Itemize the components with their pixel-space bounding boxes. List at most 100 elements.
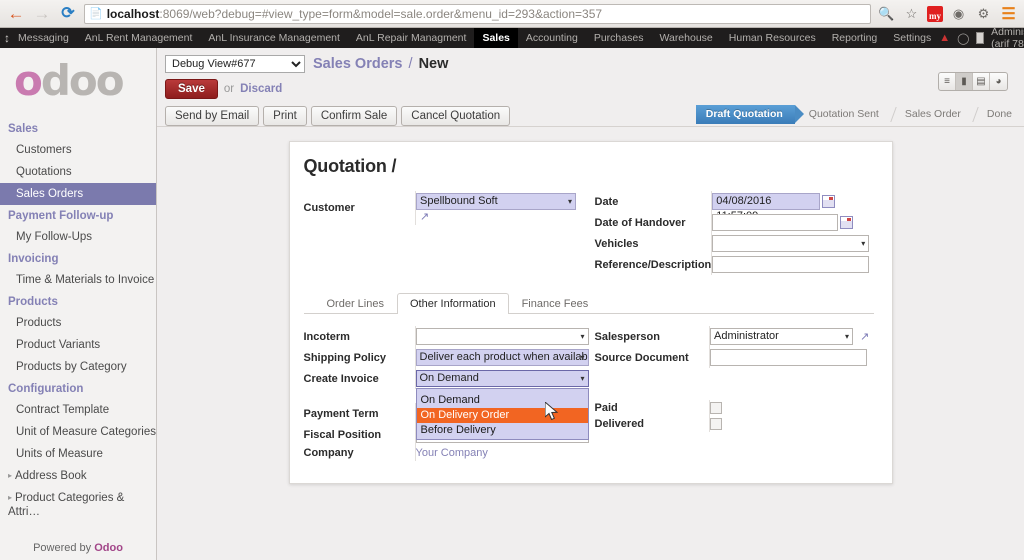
- field-row-vehicles: Vehicles: [595, 233, 874, 254]
- field-row-incoterm: Incoterm: [304, 326, 589, 347]
- plug-icon[interactable]: ⚙: [974, 4, 993, 23]
- sidebar-item-sales-orders[interactable]: Sales Orders: [0, 183, 156, 205]
- vehicles-select[interactable]: [712, 235, 869, 252]
- salesperson-external-link-icon[interactable]: ↗: [860, 331, 869, 343]
- action-button-print[interactable]: Print: [263, 106, 307, 126]
- delivered-checkbox[interactable]: [710, 418, 722, 430]
- graph-view-icon[interactable]: ◕: [990, 73, 1007, 90]
- browser-url-bar[interactable]: 📄 localhost:8069/web?debug=#view_type=fo…: [84, 4, 871, 24]
- action-button-send-by-email[interactable]: Send by Email: [165, 106, 259, 126]
- form-tabs: Order LinesOther InformationFinance Fees: [304, 293, 874, 314]
- top-menu-item-sales[interactable]: Sales: [474, 28, 517, 48]
- discard-button[interactable]: Discard: [240, 83, 282, 95]
- hamburger-menu-icon[interactable]: ☰: [999, 4, 1018, 23]
- form-sheet: Quotation / Customer Spellbound Soft ↗: [289, 141, 893, 484]
- sidebar-section-configuration: Configuration: [0, 378, 156, 399]
- company-label: Company: [304, 445, 416, 461]
- breadcrumb-parent-link[interactable]: Sales Orders: [313, 56, 402, 72]
- my-extension-icon[interactable]: my: [927, 6, 943, 22]
- top-menu-item-anl-insurance-management[interactable]: AnL Insurance Management: [200, 28, 348, 48]
- url-path: :8069/web?debug=#view_type=form&model=sa…: [159, 7, 602, 21]
- warning-triangle-icon[interactable]: ▲: [939, 32, 950, 44]
- sidebar-item-product-categories-attri[interactable]: Product Categories & Attri…: [0, 487, 156, 523]
- date-calendar-icon[interactable]: [822, 195, 835, 208]
- form-view-icon[interactable]: ▮: [956, 73, 973, 90]
- create-invoice-option-on-delivery-order[interactable]: On Delivery Order: [417, 408, 588, 423]
- sidebar-item-customers[interactable]: Customers: [0, 139, 156, 161]
- status-step-quotation-sent[interactable]: Quotation Sent: [795, 105, 891, 124]
- odoo-top-menu: ↕ MessagingAnL Rent ManagementAnL Insura…: [0, 28, 1024, 48]
- powered-by-footer: Powered by Odoo: [0, 542, 156, 554]
- handover-input[interactable]: [712, 214, 838, 231]
- customer-input[interactable]: Spellbound Soft: [416, 193, 576, 210]
- top-menu-item-accounting[interactable]: Accounting: [518, 28, 586, 48]
- sidebar-item-time-materials-to-invoice[interactable]: Time & Materials to Invoice: [0, 269, 156, 291]
- top-menu-item-anl-repair-managment[interactable]: AnL Repair Managment: [348, 28, 475, 48]
- user-menu-label[interactable]: Administrator (arif 786) ▾: [991, 26, 1024, 50]
- create-invoice-select[interactable]: On Demand: [416, 370, 589, 387]
- status-step-draft-quotation[interactable]: Draft Quotation: [696, 105, 795, 124]
- sidebar-section-sales: Sales: [0, 118, 156, 139]
- action-button-cancel-quotation[interactable]: Cancel Quotation: [401, 106, 510, 126]
- list-view-icon[interactable]: ≡: [939, 73, 956, 90]
- tab-other-information[interactable]: Other Information: [397, 293, 509, 314]
- tab-finance-fees[interactable]: Finance Fees: [509, 293, 602, 314]
- browser-forward-icon[interactable]: →: [32, 4, 52, 24]
- incoterm-label: Incoterm: [304, 326, 416, 347]
- sidebar-item-contract-template[interactable]: Contract Template: [0, 399, 156, 421]
- handover-calendar-icon[interactable]: [840, 216, 853, 229]
- reference-input[interactable]: [712, 256, 869, 273]
- tab-order-lines[interactable]: Order Lines: [314, 293, 397, 314]
- browser-toolbar: ← → ⟳ 📄 localhost:8069/web?debug=#view_t…: [0, 0, 1024, 28]
- field-row-handover: Date of Handover: [595, 212, 874, 233]
- paid-label: Paid: [595, 400, 710, 416]
- calendar-view-icon[interactable]: ▤: [973, 73, 990, 90]
- sidebar-item-quotations[interactable]: Quotations: [0, 161, 156, 183]
- sheet-wrapper: Quotation / Customer Spellbound Soft ↗: [157, 127, 1024, 484]
- create-invoice-option-on-demand[interactable]: On Demand: [417, 393, 588, 408]
- chat-bubble-icon[interactable]: ◯: [957, 32, 969, 45]
- field-row-delivered: Delivered: [595, 416, 874, 432]
- url-text: localhost:8069/web?debug=#view_type=form…: [107, 7, 602, 21]
- film-reel-icon[interactable]: ◉: [949, 4, 968, 23]
- action-button-confirm-sale[interactable]: Confirm Sale: [311, 106, 397, 126]
- paid-checkbox[interactable]: [710, 402, 722, 414]
- create-invoice-option-before-delivery[interactable]: Before Delivery: [417, 423, 588, 438]
- sidebar-item-product-variants[interactable]: Product Variants: [0, 334, 156, 356]
- sidebar-item-address-book[interactable]: Address Book: [0, 465, 156, 487]
- handover-label: Date of Handover: [595, 212, 712, 233]
- top-menu-item-anl-rent-management[interactable]: AnL Rent Management: [77, 28, 201, 48]
- status-step-sales-order[interactable]: Sales Order: [891, 105, 973, 124]
- top-menu-item-warehouse[interactable]: Warehouse: [651, 28, 720, 48]
- search-icon[interactable]: 🔍: [877, 4, 896, 23]
- top-menu-item-reporting[interactable]: Reporting: [824, 28, 886, 48]
- sidebar-item-products[interactable]: Products: [0, 312, 156, 334]
- customer-external-link-icon[interactable]: ↗: [420, 211, 429, 223]
- top-menu-item-messaging[interactable]: Messaging: [10, 28, 77, 48]
- url-host: localhost: [107, 7, 160, 21]
- star-icon[interactable]: ☆: [902, 4, 921, 23]
- shipping-policy-label: Shipping Policy: [304, 347, 416, 368]
- powered-brand[interactable]: Odoo: [94, 542, 123, 554]
- shipping-policy-select[interactable]: Deliver each product when available: [416, 349, 589, 366]
- or-label: or: [224, 83, 234, 95]
- incoterm-select[interactable]: [416, 328, 589, 345]
- top-menu-item-human-resources[interactable]: Human Resources: [721, 28, 824, 48]
- sidebar-item-units-of-measure[interactable]: Units of Measure: [0, 443, 156, 465]
- top-menu-item-settings[interactable]: Settings: [885, 28, 939, 48]
- status-step-done[interactable]: Done: [973, 105, 1024, 124]
- browser-back-icon[interactable]: ←: [6, 4, 26, 24]
- top-menu-item-purchases[interactable]: Purchases: [586, 28, 652, 48]
- odoo-logo[interactable]: odoo: [0, 48, 156, 118]
- header-right-column: Date 04/08/2016 11:57:09 Date of Handove…: [589, 191, 874, 275]
- sidebar-item-products-by-category[interactable]: Products by Category: [0, 356, 156, 378]
- save-button[interactable]: Save: [165, 79, 218, 99]
- browser-reload-icon[interactable]: ⟳: [58, 4, 78, 24]
- date-input[interactable]: 04/08/2016 11:57:09: [712, 193, 820, 210]
- sidebar-item-unit-of-measure-categories[interactable]: Unit of Measure Categories: [0, 421, 156, 443]
- source-document-input[interactable]: [710, 349, 867, 366]
- action-buttons: Send by EmailPrintConfirm SaleCancel Quo…: [165, 106, 510, 126]
- debug-view-select[interactable]: Debug View#677: [165, 55, 305, 73]
- salesperson-select[interactable]: Administrator: [710, 328, 853, 345]
- sidebar-item-my-follow-ups[interactable]: My Follow-Ups: [0, 226, 156, 248]
